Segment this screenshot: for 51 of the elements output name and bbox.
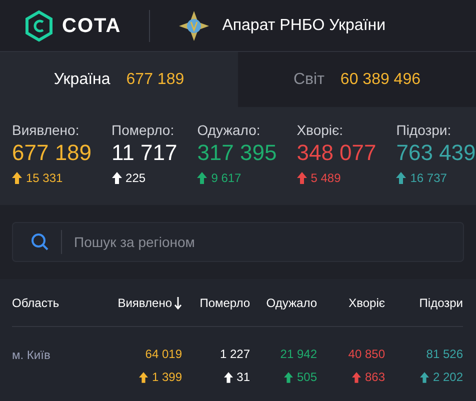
up-arrow-icon [396, 172, 406, 184]
column-header[interactable]: Одужало [266, 294, 317, 312]
stat-value: 11 717 [112, 139, 178, 167]
table-cell-delta: 2 202 [432, 369, 463, 386]
table-cell-text: 40 850 [348, 346, 385, 363]
stat-label: Виявлено: [12, 121, 80, 139]
stat-label: Одужало: [197, 121, 262, 139]
stat-value: 348 077 [296, 139, 376, 167]
column-header[interactable]: Підозри [419, 294, 463, 312]
up-arrow-icon [420, 372, 429, 382]
stat-label: Підозри: [396, 121, 452, 139]
search-icon [31, 233, 49, 251]
stat-value: 763 439 [396, 139, 476, 167]
stat-label: Хворіє: [296, 121, 344, 139]
brand-name: COTA [62, 14, 122, 38]
stat-delta: 225 [126, 170, 146, 187]
up-arrow-icon [197, 172, 208, 184]
stat-label: Померло: [112, 121, 176, 139]
up-arrow-icon [138, 372, 148, 382]
column-header[interactable]: Хворіє [348, 294, 385, 312]
stat-delta: 9 617 [211, 170, 242, 187]
table-cell-text: 21 942 [280, 346, 317, 363]
table-cell-delta: 505 [296, 369, 317, 386]
column-header[interactable]: Виявлено [118, 294, 182, 312]
stat-delta: 16 737 [410, 170, 447, 187]
up-arrow-icon [112, 172, 122, 184]
table-cell-delta: 1 399 [152, 369, 182, 386]
stat-value: 317 395 [197, 139, 277, 167]
column-header[interactable]: Область [12, 294, 60, 312]
sort-down-icon [174, 296, 182, 310]
hexagon-logo-icon [24, 10, 54, 42]
stat-value: 677 189 [12, 139, 92, 167]
table-cell-text: 1 227 [220, 346, 250, 363]
region-link[interactable]: м. Київ [12, 348, 50, 362]
stat-delta: 15 331 [26, 170, 63, 187]
up-arrow-icon [12, 172, 22, 184]
region-tab[interactable]: Україна 677 189 [0, 52, 238, 107]
region-tab[interactable]: Світ 60 389 496 [238, 52, 476, 107]
table-cell-delta: 863 [364, 369, 385, 386]
table-cell-delta: 31 [236, 369, 250, 386]
emblem-icon [178, 10, 210, 42]
up-arrow-icon [296, 172, 307, 184]
organization-name: Апарат РНБО України [222, 16, 386, 36]
search-field[interactable]: Пошук за регіоном [12, 222, 464, 262]
up-arrow-icon [224, 372, 233, 382]
table-cell-text: 81 526 [426, 346, 463, 363]
column-header[interactable]: Померло [200, 294, 250, 312]
up-arrow-icon [284, 372, 293, 382]
up-arrow-icon [352, 372, 361, 382]
stat-delta: 5 489 [310, 170, 341, 187]
table-cell-text: 64 019 [145, 346, 182, 363]
